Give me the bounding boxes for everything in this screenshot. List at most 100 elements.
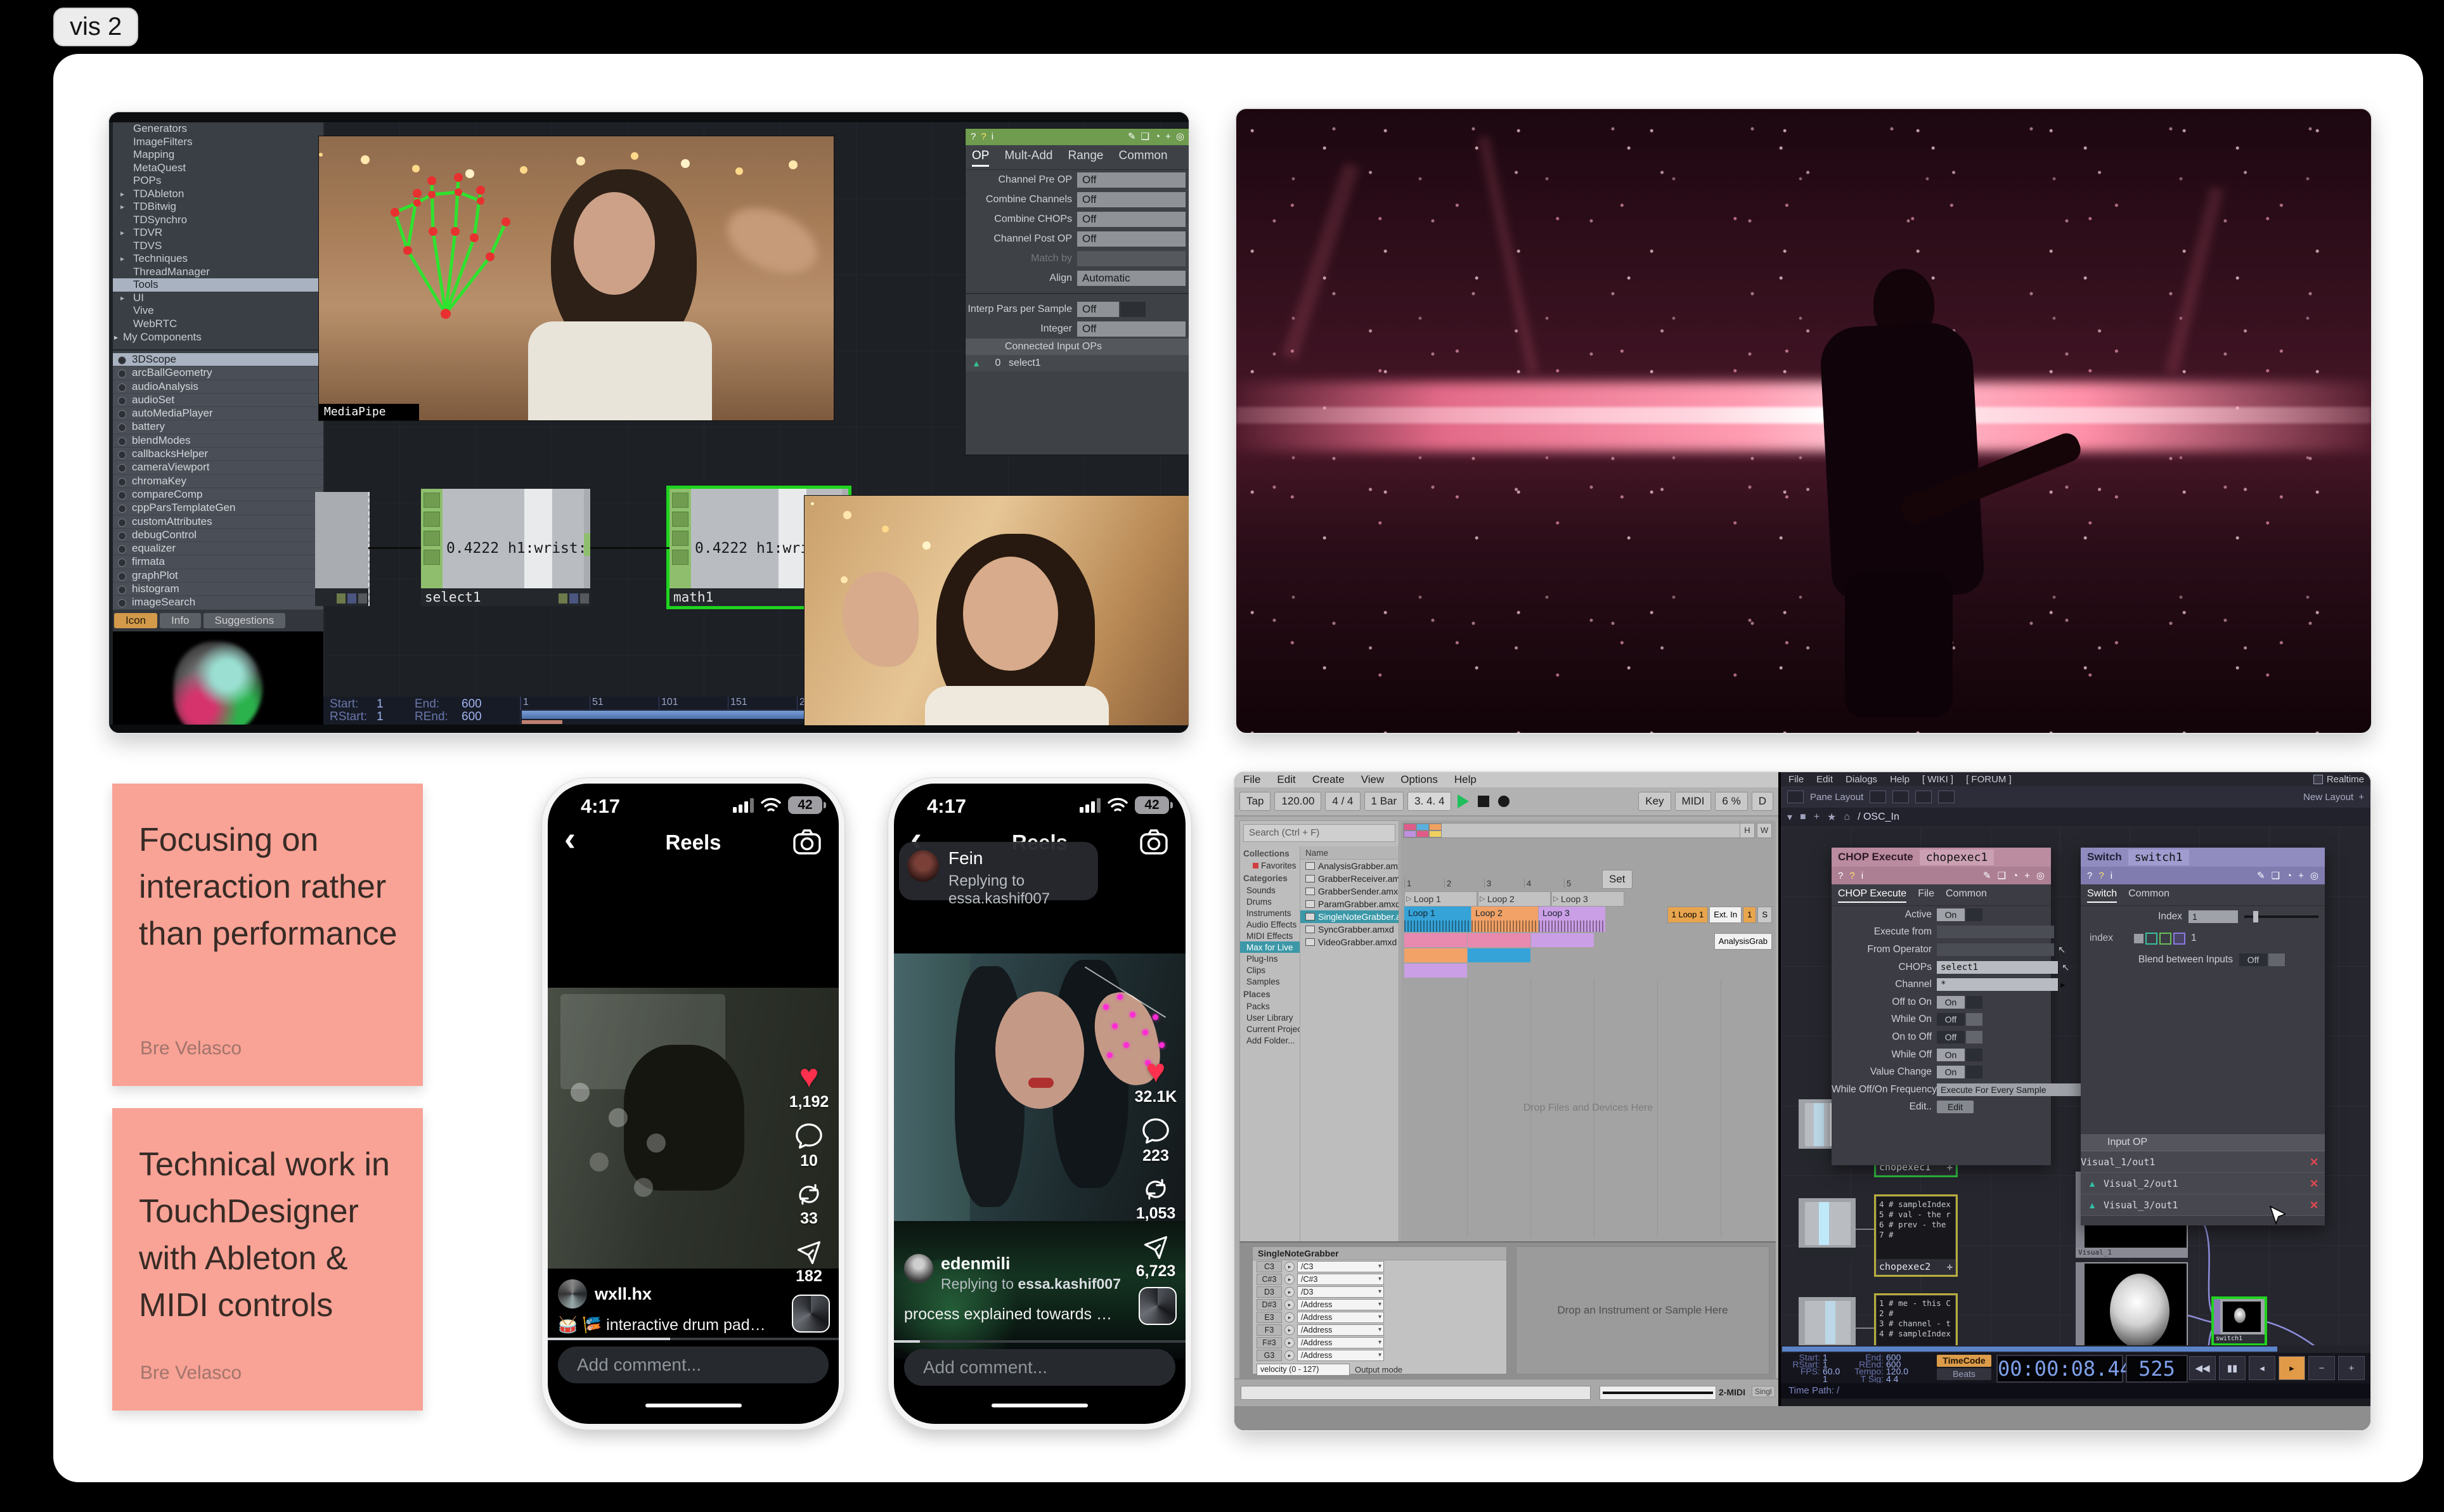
node-flags[interactable] [421, 489, 443, 588]
chop-execute-dialog[interactable]: CHOP Execute chopexec1 ? ? i ✎ ❑ ◔ + ◎ C… [1832, 848, 2051, 1165]
parameter-value[interactable] [1077, 251, 1186, 266]
switch-top-node[interactable]: switch1 [2214, 1299, 2265, 1343]
parameter-value[interactable]: Execute For Every Sample [1937, 1083, 2091, 1096]
info-icon[interactable]: i [2111, 870, 2112, 881]
input-op-row[interactable]: Visual_1/out1 × [2081, 1151, 2325, 1173]
session-drop-zone[interactable]: Drop Files and Devices Here [1404, 979, 1772, 1237]
toggle-knob[interactable] [1120, 302, 1146, 317]
add-layout-icon[interactable]: + [2358, 792, 2364, 803]
comment-icon[interactable]: ❑ [2272, 870, 2280, 881]
parameter-value[interactable] [1937, 926, 2054, 938]
address-field[interactable]: /Address [1297, 1312, 1384, 1323]
note-go-icon[interactable]: ▸ [1284, 1287, 1295, 1297]
address-field[interactable]: /Address [1297, 1299, 1384, 1310]
palette-item[interactable]: ThreadManager [113, 266, 323, 279]
loop-slot[interactable]: Loop 1 [1404, 891, 1477, 907]
parameter-value[interactable]: Off [1077, 302, 1119, 317]
comment-icon[interactable] [1141, 1116, 1170, 1146]
component-item[interactable]: firmata [113, 555, 323, 569]
reply-toast[interactable]: Fein Replying to essa.kashif007 [899, 842, 1098, 900]
switch-dialog[interactable]: Switch switch1 ? ? i ✎ ❑ ◔ + ◎ SwitchCom… [2081, 848, 2325, 1225]
edit-icon[interactable]: ✎ [1983, 870, 1991, 881]
solo-button[interactable]: S [1757, 907, 1772, 923]
minus-button[interactable]: − [2308, 1356, 2335, 1380]
component-item[interactable]: audioAnalysis [113, 380, 323, 394]
component-item[interactable]: cppParsTemplateGen [113, 501, 323, 515]
edit-icon[interactable]: ✎ [1128, 129, 1136, 145]
mini-clip[interactable] [1404, 948, 1467, 962]
quantize-select[interactable]: 1 Bar [1364, 792, 1404, 811]
layout-button[interactable] [1870, 791, 1886, 803]
index-slider[interactable] [2244, 915, 2318, 918]
component-item[interactable]: customAttributes [113, 515, 323, 529]
avatar[interactable] [904, 1254, 933, 1283]
dialog-tab[interactable]: Common [1946, 888, 1987, 903]
note-go-icon[interactable]: ▸ [1284, 1274, 1295, 1284]
address-field[interactable]: /D3 [1297, 1286, 1384, 1298]
info-icon[interactable]: i [1861, 870, 1863, 881]
input-op-row[interactable]: ▲ Visual_3/out1 × [2081, 1194, 2325, 1216]
device-drop-zone[interactable]: Drop an Instrument or Sample Here [1516, 1246, 1769, 1374]
track-io-cell[interactable]: AnalysisGrab [1714, 933, 1772, 950]
category-item[interactable]: Audio Effects [1240, 919, 1300, 930]
language-icon[interactable]: ? [1849, 870, 1854, 881]
midi-button[interactable]: MIDI [1675, 792, 1712, 811]
palette-item[interactable]: Tools [113, 278, 323, 292]
chopexec-dat-node[interactable]: 4 # sampleIndex 5 # val - the r 6 # prev… [1876, 1196, 1956, 1275]
info-icon[interactable]: i [992, 129, 993, 145]
beats-button[interactable]: Beats [1937, 1368, 1991, 1380]
arrangement-overview[interactable] [1403, 823, 1750, 838]
realtime-checkbox[interactable] [2313, 775, 2323, 784]
parameter-tab[interactable]: OP [972, 149, 989, 167]
address-field[interactable]: /Address [1297, 1337, 1384, 1348]
place-item[interactable]: Add Folder... [1240, 1035, 1300, 1046]
category-item[interactable]: Drums [1240, 896, 1300, 907]
layout-button[interactable] [1938, 791, 1955, 803]
parameter-tab[interactable]: Range [1068, 149, 1103, 167]
palette-item[interactable]: WebRTC [113, 318, 323, 331]
component-item[interactable]: debugControl [113, 529, 323, 542]
component-item[interactable]: 3DScope [113, 353, 323, 366]
menu-item[interactable]: Edit [1277, 773, 1295, 786]
add-comment-input[interactable]: Add comment... [558, 1347, 829, 1383]
palette-item[interactable]: ▸ Techniques [113, 252, 323, 266]
key-button[interactable]: Key [1638, 792, 1671, 811]
edit-icon[interactable]: ✎ [2257, 870, 2265, 881]
remove-icon[interactable]: × [2303, 1154, 2325, 1170]
menu-item[interactable]: File [1788, 774, 1804, 785]
index-value[interactable]: 1 [2189, 910, 2238, 923]
parameter-value[interactable]: On [1937, 1049, 1982, 1061]
mini-clip[interactable] [1531, 933, 1594, 947]
comment-icon[interactable] [794, 1121, 824, 1151]
device-file-row[interactable]: ParamGrabber.amxd [1300, 898, 1399, 910]
dialog-node-name[interactable]: switch1 [2128, 850, 2189, 865]
select-chop-node[interactable] [1799, 1297, 1856, 1345]
expand-icon[interactable]: ▸ [120, 226, 124, 240]
timeline-range[interactable] [522, 720, 562, 724]
new-layout-button[interactable]: New Layout [2303, 792, 2353, 803]
mini-clip[interactable] [1404, 964, 1467, 978]
remove-icon[interactable]: × [2303, 1175, 2325, 1192]
copy-icon[interactable]: ◔ [1154, 129, 1160, 145]
timecode-button[interactable]: TimeCode [1937, 1355, 1991, 1367]
parameter-value[interactable]: Edit [1937, 1101, 1974, 1113]
layout-button[interactable] [1915, 791, 1932, 803]
menu-item[interactable]: Help [1454, 773, 1477, 786]
audio-clip[interactable]: Loop 2 [1471, 907, 1538, 932]
palette-item[interactable]: Generators [113, 122, 323, 136]
up-arrow-icon[interactable]: ▲ [2081, 1200, 2104, 1210]
parameter-tab[interactable]: Mult-Add [1004, 149, 1052, 167]
chopexec-dat-node[interactable]: 1 # me - this C 2 # 3 # channel - t 4 # … [1876, 1295, 1956, 1345]
input-op-row[interactable]: ▲ Visual_2/out1 × [2081, 1173, 2325, 1194]
mini-clip[interactable] [1468, 933, 1530, 947]
expand-icon[interactable]: ▸ [120, 252, 124, 266]
address-field[interactable]: /Address [1297, 1324, 1384, 1336]
expand-icon[interactable]: ▸ [114, 330, 118, 344]
velocity-select[interactable]: velocity (0 - 127) [1257, 1364, 1350, 1376]
component-item[interactable]: blendModes [113, 434, 323, 448]
category-item[interactable]: Sounds [1240, 884, 1300, 896]
menu-item[interactable]: Create [1312, 773, 1345, 786]
palette-item[interactable]: TDVS [113, 240, 323, 253]
node-partial[interactable] [315, 492, 370, 606]
palette-item[interactable]: ▸ UI [113, 292, 323, 305]
